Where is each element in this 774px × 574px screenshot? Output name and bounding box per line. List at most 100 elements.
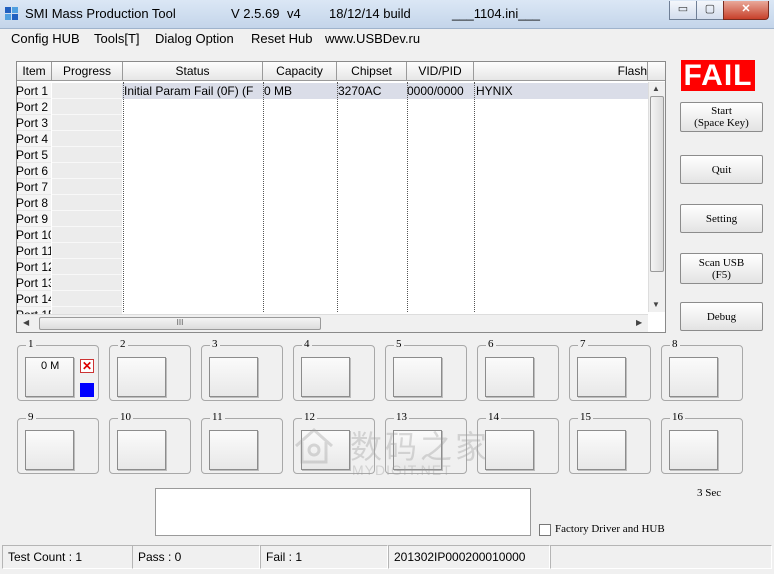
start-button[interactable]: Start (Space Key): [680, 102, 763, 132]
column-header-status[interactable]: Status: [123, 62, 263, 81]
port-row-progress: [52, 131, 122, 147]
port-box-number: 4: [302, 338, 312, 350]
close-button[interactable]: ✕: [723, 1, 769, 20]
scan-usb-button[interactable]: Scan USB (F5): [680, 253, 763, 284]
port-row[interactable]: Port 8: [17, 195, 647, 211]
column-header-capacity[interactable]: Capacity: [263, 62, 337, 81]
port-6-button[interactable]: [485, 357, 534, 397]
result-fail-indicator: FAIL: [681, 60, 755, 92]
status-test-count: Test Count : 1: [2, 545, 133, 569]
port-row[interactable]: Port 3: [17, 115, 647, 131]
menu-usbdev-link[interactable]: www.USBDev.ru: [325, 31, 420, 46]
port-box-number: 1: [26, 338, 36, 350]
watermark-house-icon: [295, 427, 333, 464]
start-button-shortcut: (Space Key): [694, 117, 749, 129]
factory-driver-label: Factory Driver and HUB: [555, 523, 665, 535]
column-divider: [123, 82, 124, 312]
port-box-number: 6: [486, 338, 496, 350]
port-row-item: Port 3: [17, 115, 51, 131]
setting-button-label: Setting: [705, 212, 738, 225]
factory-driver-checkbox[interactable]: [539, 524, 551, 536]
port-row[interactable]: Port 5: [17, 147, 647, 163]
scroll-right-arrow-icon[interactable]: ▶: [636, 318, 642, 327]
port-row[interactable]: Port 11: [17, 243, 647, 259]
port-3-button[interactable]: [209, 357, 258, 397]
scroll-left-arrow-icon[interactable]: ◀: [23, 318, 29, 327]
port-5-button[interactable]: [393, 357, 442, 397]
column-divider: [407, 82, 408, 312]
status-pass: Pass : 0: [132, 545, 260, 569]
port-row-progress: [52, 259, 122, 275]
port-box-number: 10: [118, 411, 133, 423]
window-title-ini: ___1104.ini___: [452, 6, 540, 21]
maximize-button[interactable]: ▢: [696, 1, 724, 20]
horizontal-scroll-thumb[interactable]: III: [39, 317, 321, 330]
port-10-button[interactable]: [117, 430, 166, 470]
port-box-number: 8: [670, 338, 680, 350]
menu-config-hub[interactable]: Config HUB: [11, 31, 80, 46]
column-header-item[interactable]: Item: [17, 62, 52, 81]
port-row-item: Port 8: [17, 195, 51, 211]
debug-button[interactable]: Debug: [680, 302, 763, 331]
minimize-button[interactable]: ▭: [669, 1, 697, 20]
port-row-item: Port 13: [17, 275, 51, 291]
port-15-button[interactable]: [577, 430, 626, 470]
port-2-button[interactable]: [117, 357, 166, 397]
watermark-en-text: MYDIGIT.NET: [352, 462, 452, 478]
port-row[interactable]: Port 7: [17, 179, 647, 195]
port-14-button[interactable]: [485, 430, 534, 470]
debug-button-label: Debug: [706, 310, 737, 323]
port-row[interactable]: Port 12: [17, 259, 647, 275]
port-row-item: Port 11: [17, 243, 51, 259]
port-8-button[interactable]: [669, 357, 718, 397]
port-row[interactable]: Port 2: [17, 99, 647, 115]
menu-dialog-option[interactable]: Dialog Option: [155, 31, 234, 46]
port-row[interactable]: Port 14: [17, 291, 647, 307]
port-row-progress: [52, 179, 122, 195]
port-row[interactable]: Port 10: [17, 227, 647, 243]
port-4-button[interactable]: [301, 357, 350, 397]
port-row-item: Port 2: [17, 99, 51, 115]
column-header-flash[interactable]: Flash: [474, 62, 648, 81]
watermark: 数码之家 MYDIGIT.NET: [292, 422, 492, 486]
port-row[interactable]: Port 13: [17, 275, 647, 291]
port-row-progress: [52, 243, 122, 259]
port-box-number: 15: [578, 411, 593, 423]
start-button-label: Start: [711, 105, 732, 117]
setting-button[interactable]: Setting: [680, 204, 763, 233]
scroll-down-arrow-icon[interactable]: ▼: [652, 300, 660, 309]
menu-tools[interactable]: Tools[T]: [94, 31, 140, 46]
quit-button[interactable]: Quit: [680, 155, 763, 184]
column-header-chipset[interactable]: Chipset: [337, 62, 407, 81]
port-1-status: Initial Param Fail (0F) (F: [124, 84, 254, 98]
vertical-scroll-thumb[interactable]: [650, 96, 664, 272]
port-box-number: 9: [26, 411, 36, 423]
port-row-item: Port 7: [17, 179, 51, 195]
status-serial: 201302IP000200010000: [388, 545, 550, 569]
port-row[interactable]: Port 9: [17, 211, 647, 227]
port-1-capacity: 0 MB: [264, 84, 293, 98]
port-row-progress: [52, 99, 122, 115]
port-row-progress: [52, 163, 122, 179]
port-11-button[interactable]: [209, 430, 258, 470]
port-row-item: Port 12: [17, 259, 51, 275]
port-box-number: 2: [118, 338, 128, 350]
status-fail: Fail : 1: [260, 545, 388, 569]
port-list[interactable]: Item Progress Status Capacity Chipset VI…: [16, 61, 666, 333]
app-icon: [5, 7, 20, 21]
port-box-number: 16: [670, 411, 685, 423]
port-16-button[interactable]: [669, 430, 718, 470]
port-row[interactable]: Port 6: [17, 163, 647, 179]
port-box-number: 7: [578, 338, 588, 350]
port-row[interactable]: Port 4: [17, 131, 647, 147]
column-header-progress[interactable]: Progress: [52, 62, 123, 81]
menu-reset-hub[interactable]: Reset Hub: [251, 31, 312, 46]
column-divider: [337, 82, 338, 312]
window-title-v: v4: [287, 6, 301, 21]
port-9-button[interactable]: [25, 430, 74, 470]
column-header-vidpid[interactable]: VID/PID: [407, 62, 474, 81]
port-1-flash: HYNIX: [476, 84, 513, 98]
message-box[interactable]: [155, 488, 531, 536]
port-7-button[interactable]: [577, 357, 626, 397]
scroll-up-arrow-icon[interactable]: ▲: [652, 84, 660, 93]
